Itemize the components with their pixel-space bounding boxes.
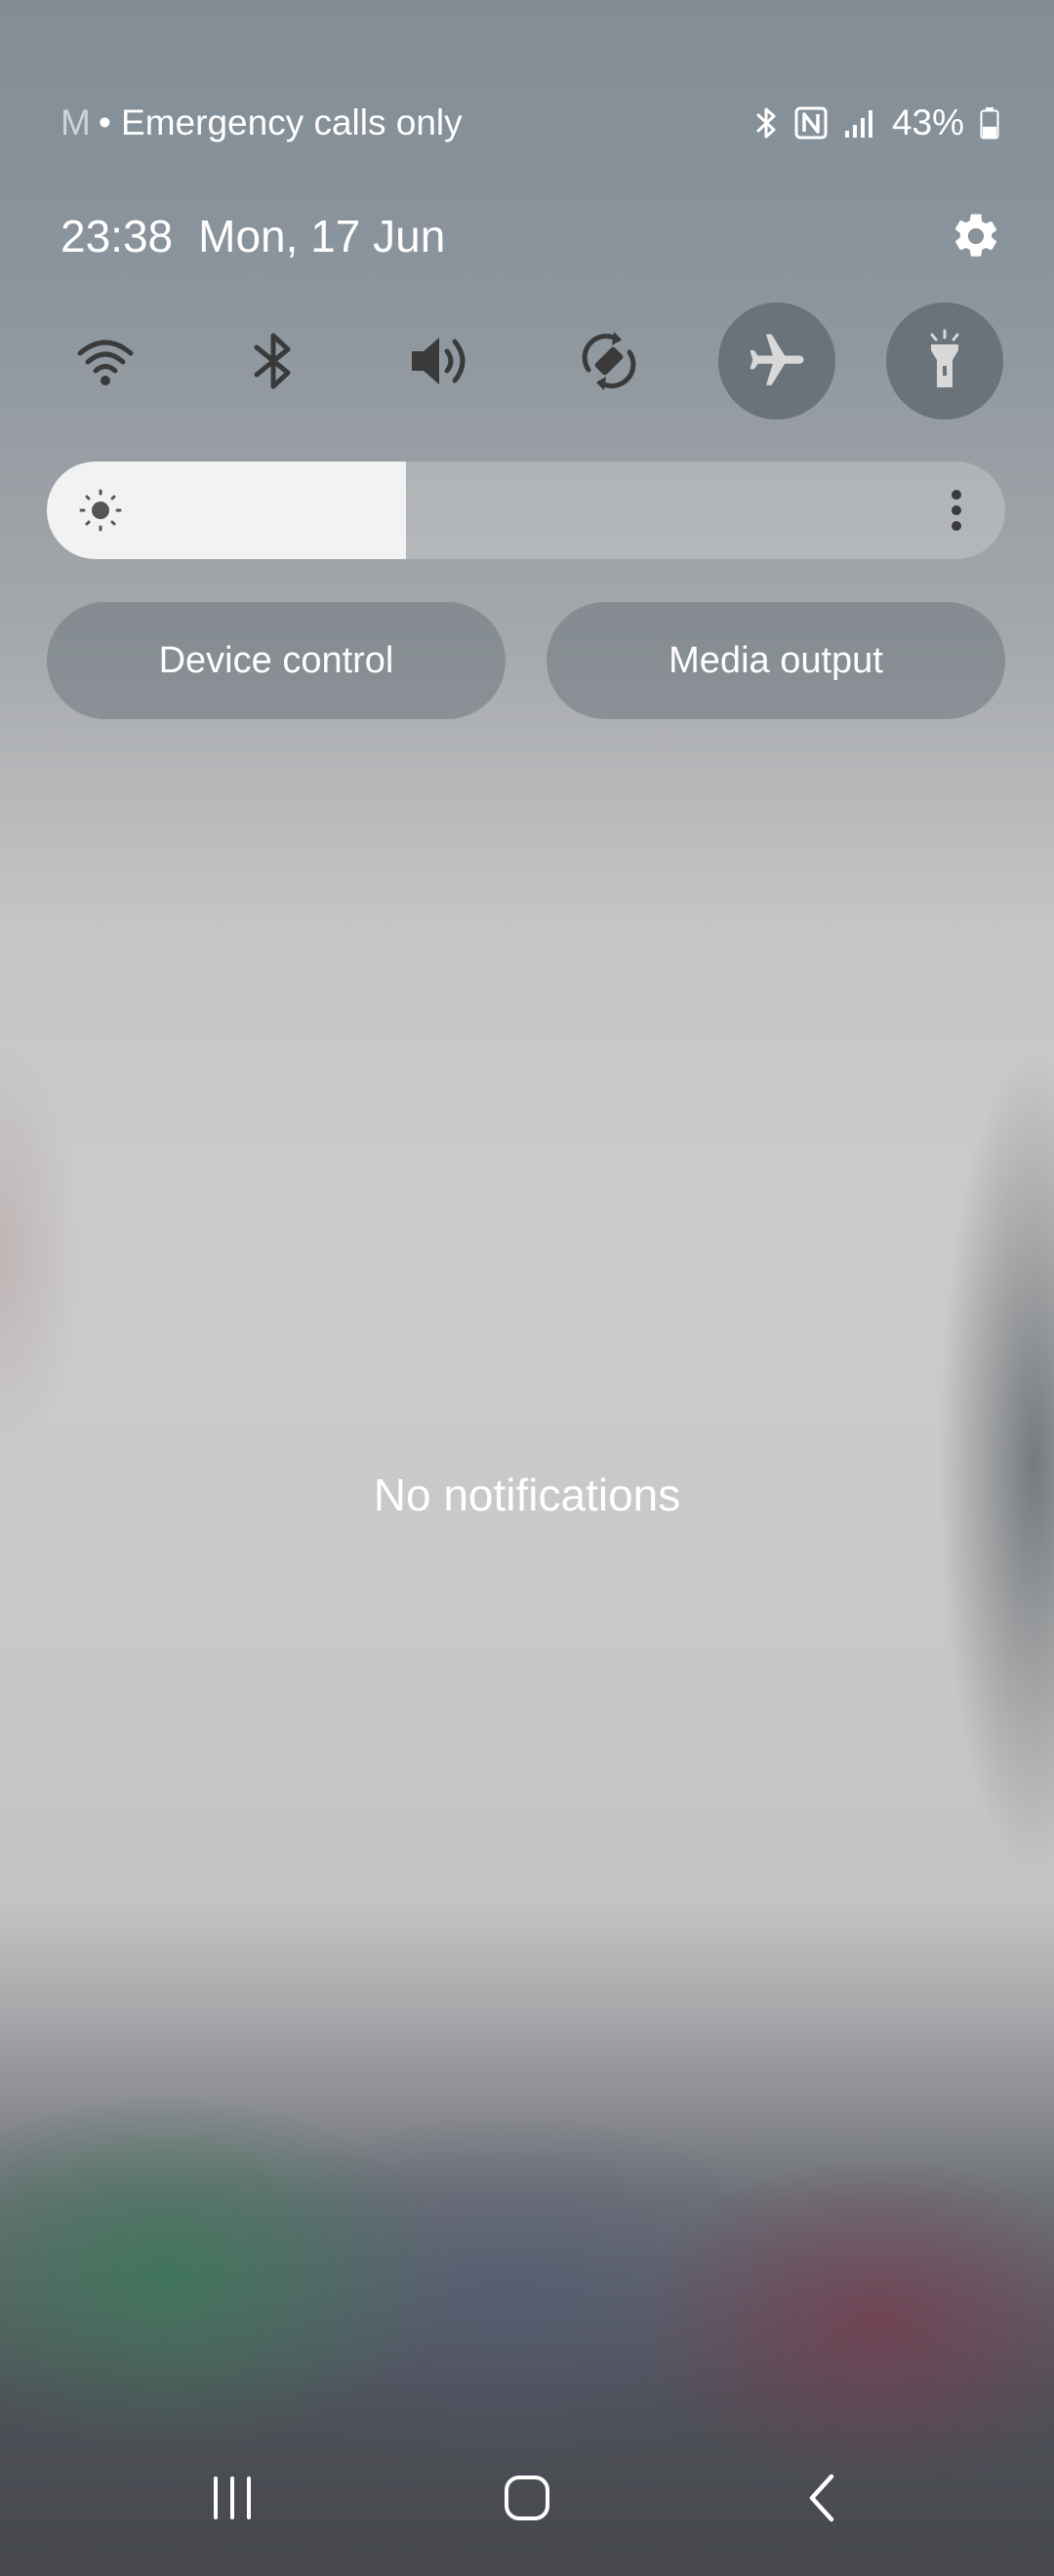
recents-button[interactable]: [183, 2459, 281, 2537]
clock-time[interactable]: 23:38: [61, 210, 173, 262]
volume-icon: [412, 338, 466, 384]
wifi-icon: [77, 340, 134, 385]
recents-icon: [214, 2476, 251, 2519]
battery-icon: [980, 106, 999, 140]
nfc-icon: [794, 106, 828, 140]
device-control-button[interactable]: Device control: [47, 602, 506, 719]
rotate-icon: [582, 332, 636, 390]
carrier-partial: M: [61, 102, 91, 142]
system-icons: 43%: [755, 102, 999, 143]
header-row: 23:38 Mon, 17 Jun: [61, 201, 1005, 271]
brightness-slider[interactable]: [47, 462, 1005, 559]
signal-icon: [843, 107, 876, 139]
back-icon: [809, 2474, 834, 2522]
carrier-status: M • Emergency calls only: [61, 102, 463, 143]
sound-toggle[interactable]: [383, 302, 500, 420]
media-output-button[interactable]: Media output: [547, 602, 1005, 719]
more-vertical-icon[interactable]: [947, 486, 966, 540]
bluetooth-status-icon: [755, 106, 779, 140]
carrier-text: • Emergency calls only: [98, 102, 463, 142]
bluetooth-icon: [254, 333, 291, 389]
clock-date-label[interactable]: Mon, 17 Jun: [198, 210, 445, 262]
clock-date[interactable]: 23:38 Mon, 17 Jun: [61, 210, 445, 262]
airplane-mode-toggle[interactable]: [718, 302, 835, 420]
flashlight-toggle[interactable]: [886, 302, 1003, 420]
settings-button[interactable]: [947, 207, 1005, 265]
gear-icon: [954, 214, 997, 257]
battery-percent: 43%: [891, 102, 964, 142]
no-notifications-label: No notifications: [373, 1469, 681, 1520]
sun-icon: [76, 486, 125, 540]
quick-toggles: [47, 302, 1003, 420]
auto-rotate-toggle[interactable]: [550, 302, 668, 420]
wifi-toggle[interactable]: [47, 302, 164, 420]
airplane-icon: [750, 334, 804, 385]
home-icon: [505, 2475, 549, 2520]
navigation-bar: [0, 2430, 1054, 2576]
flashlight-icon: [930, 329, 959, 387]
home-button[interactable]: [478, 2459, 576, 2537]
status-bar: M • Emergency calls only 43%: [61, 94, 999, 152]
back-button[interactable]: [773, 2459, 871, 2537]
bluetooth-toggle[interactable]: [215, 302, 332, 420]
